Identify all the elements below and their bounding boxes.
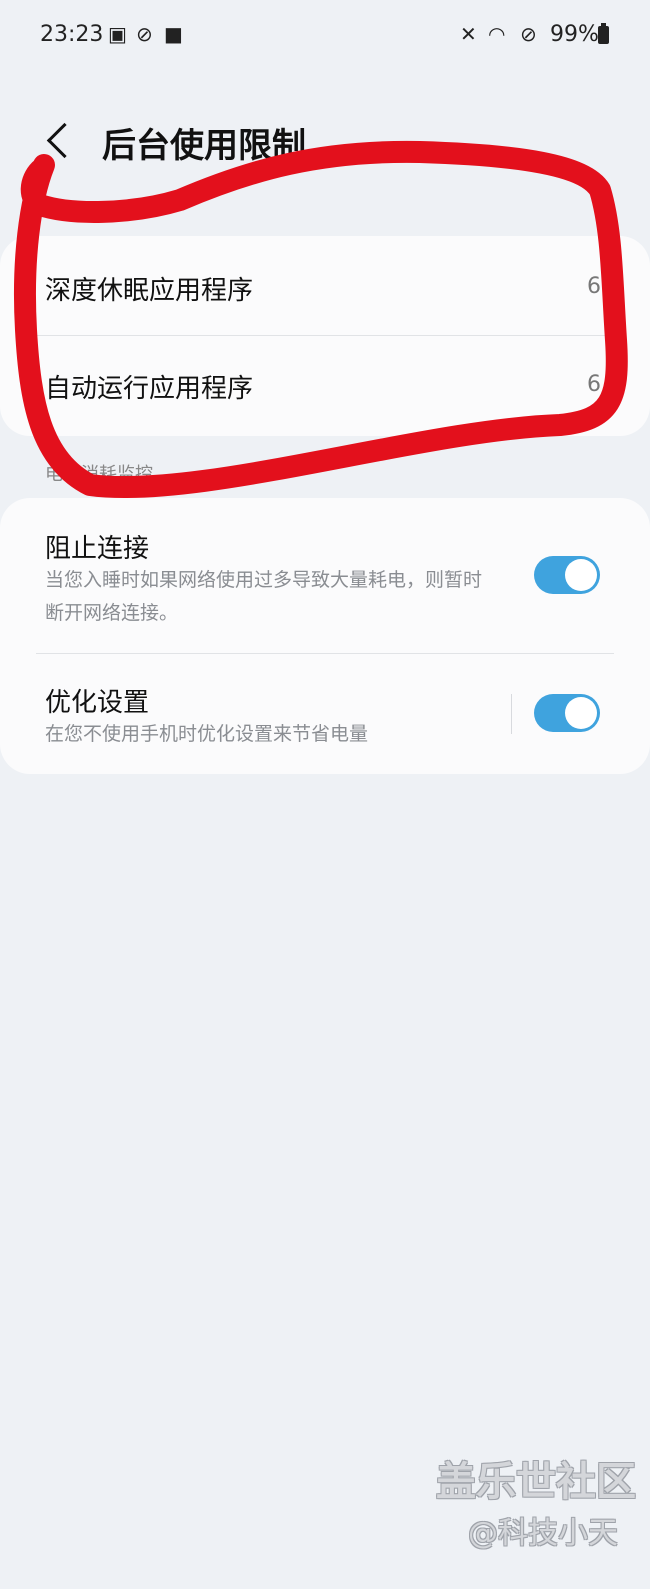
list-item-count: 6 — [587, 274, 601, 299]
battery-percent: 99% — [550, 22, 599, 47]
list-item-deep-sleep-apps[interactable]: 深度休眠应用程序 6 — [0, 236, 650, 336]
list-item-label: 深度休眠应用程序 — [45, 276, 254, 306]
toggle-knob — [565, 697, 597, 729]
list-item-count: 6 — [587, 372, 601, 397]
list-item-label: 自动运行应用程序 — [45, 374, 254, 404]
settings-card: 阻止连接 当您入睡时如果网络使用过多导致大量耗电，则暂时断开网络连接。 优化设置… — [0, 498, 650, 774]
wifi-icon: ◠ — [488, 22, 506, 46]
vertical-divider — [511, 694, 512, 734]
setting-block-connection[interactable]: 阻止连接 当您入睡时如果网络使用过多导致大量耗电，则暂时断开网络连接。 — [0, 498, 650, 653]
setting-optimize[interactable]: 优化设置 在您不使用手机时优化设置来节省电量 — [0, 654, 650, 774]
page-title: 后台使用限制 — [102, 126, 306, 166]
setting-title: 优化设置 — [45, 688, 150, 718]
watermark-title: 盖乐世社区 — [436, 1459, 636, 1505]
watermark-author: @科技小天 — [468, 1516, 618, 1551]
setting-description: 当您入睡时如果网络使用过多导致大量耗电，则暂时断开网络连接。 — [45, 569, 483, 624]
list-item-auto-run-apps[interactable]: 自动运行应用程序 6 — [0, 336, 650, 436]
optimize-settings-toggle[interactable] — [534, 694, 600, 732]
image-icon: ▣ — [108, 22, 127, 46]
section-label: 电池消耗监控 — [45, 464, 153, 485]
header: 后台使用限制 — [0, 110, 650, 180]
back-icon[interactable] — [46, 122, 83, 159]
setting-description: 在您不使用手机时优化设置来节省电量 — [45, 723, 369, 745]
status-bar: 23:23 ▣ ⊘ ■ ✕ ◠ ⊘ 99% — [0, 0, 650, 70]
setting-title: 阻止连接 — [45, 534, 150, 564]
block-connection-toggle[interactable] — [534, 556, 600, 594]
battery-icon — [598, 23, 609, 44]
apps-card: 深度休眠应用程序 6 自动运行应用程序 6 — [0, 236, 650, 436]
toggle-knob — [565, 559, 597, 591]
status-time: 23:23 — [40, 22, 104, 47]
bag-icon: ■ — [164, 22, 183, 46]
blocked-icon: ⊘ — [136, 22, 153, 46]
no-disturb-icon: ⊘ — [520, 22, 537, 46]
mute-icon: ✕ — [460, 22, 477, 46]
